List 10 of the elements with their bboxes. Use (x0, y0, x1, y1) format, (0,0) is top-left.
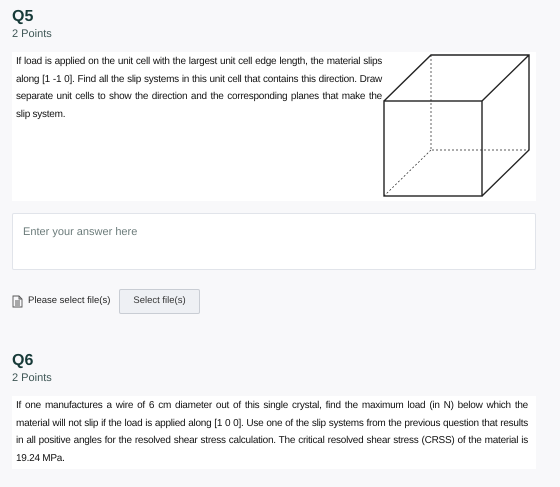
upload-label: Please select file(s) (28, 294, 110, 308)
question-number: Q6 (12, 352, 34, 370)
question-prompt: If load is applied on the unit cell with the largest unit cell edge length, the material slips along [1 -1 0]. Find all the slip systems in this unit cell that contains this direction. Draw separate unit cells to show the direction and the corresponding planes that make the slip system. (16, 55, 382, 122)
question-points: 2 Points (12, 371, 53, 385)
question-number: Q5 (12, 8, 34, 26)
answer-field[interactable]: Enter your answer here (12, 213, 536, 270)
document-icon (12, 295, 23, 308)
question-points: 2 Points (12, 27, 53, 41)
question-prompt: If one manufactures a wire of 6 cm diameter out of this single crystal, find the maximum load (in N) below which the material will not slip if the load is applied along [1 0 0]. Use one of the slip systems from the previous question that results in all positive angles for the resolved shear stress calculation. The critical resolved shear stress (CRSS) of the material is 19.24 MPa. (16, 399, 529, 466)
select-files-button[interactable]: Select file(s) (119, 289, 200, 314)
